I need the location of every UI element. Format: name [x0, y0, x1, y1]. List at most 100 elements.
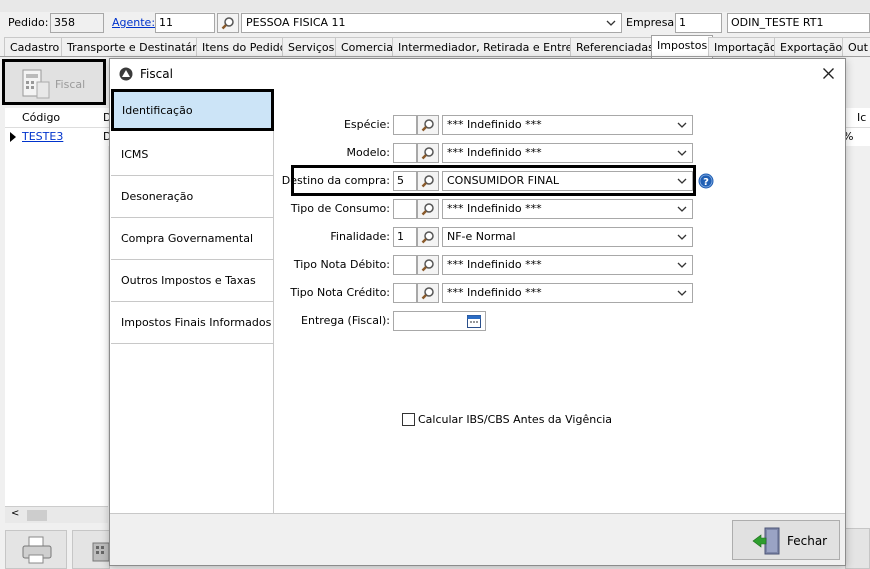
calcular-ibs-checkbox[interactable]	[402, 413, 415, 426]
calcular-ibs-label[interactable]: Calcular IBS/CBS Antes da Vigência	[418, 413, 612, 426]
tab-cadastro[interactable]: Cadastro	[4, 37, 66, 57]
chevron-down-icon	[677, 178, 687, 184]
search-icon	[421, 259, 434, 272]
tipo-debito-combo[interactable]: *** Indefinido ***	[442, 255, 693, 275]
destino-code-field[interactable]: 5	[393, 171, 417, 191]
col-codigo: Código	[22, 111, 61, 124]
modelo-value: *** Indefinido ***	[447, 146, 542, 159]
tipo-credito-search-button[interactable]	[417, 283, 439, 303]
row-codigo[interactable]: TESTE3	[22, 130, 63, 143]
entrega-date-field[interactable]	[393, 311, 486, 331]
dialog-title: Fiscal	[140, 67, 173, 81]
chevron-down-icon	[677, 122, 687, 128]
agente-link[interactable]: Agente:	[112, 16, 155, 29]
especie-value: *** Indefinido ***	[447, 118, 542, 131]
destino-combo[interactable]: CONSUMIDOR FINAL	[442, 171, 693, 191]
finalidade-value: NF-e Normal	[447, 230, 516, 243]
tab-transporte[interactable]: Transporte e Destinatário	[61, 37, 213, 57]
tipo-debito-value: *** Indefinido ***	[447, 258, 542, 271]
tab-impostos[interactable]: Impostos	[651, 35, 714, 58]
col-right: Ic	[857, 111, 867, 124]
exit-door-icon	[752, 527, 780, 555]
search-icon	[421, 147, 434, 160]
calculator-document-icon	[22, 69, 50, 99]
tab-outros[interactable]: Out	[842, 37, 870, 57]
agente-name-combo[interactable]: PESSOA FISICA 11	[241, 13, 622, 33]
modelo-combo[interactable]: *** Indefinido ***	[442, 143, 693, 163]
grid-body	[5, 146, 108, 506]
tab-importacao[interactable]: Importação	[708, 37, 783, 57]
tipo-debito-search-button[interactable]	[417, 255, 439, 275]
fiscal-button-label: Fiscal	[55, 78, 86, 91]
pedido-field[interactable]: 358	[50, 13, 104, 33]
fechar-label: Fechar	[787, 534, 828, 548]
search-icon	[421, 287, 434, 300]
especie-combo[interactable]: *** Indefinido ***	[442, 115, 693, 135]
agente-code-field[interactable]: 11	[155, 13, 215, 33]
tab-servicos[interactable]: Serviços	[282, 37, 341, 57]
chevron-down-icon	[606, 20, 616, 26]
row-pointer-icon	[10, 132, 16, 142]
destino-search-button[interactable]	[417, 171, 439, 191]
tipo-credito-code-field[interactable]	[393, 283, 417, 303]
empresa-name-field[interactable]: ODIN_TESTE RT1	[727, 13, 870, 33]
top-strip	[0, 0, 870, 12]
tipo-debito-label: Tipo Nota Débito:	[293, 258, 390, 271]
especie-code-field[interactable]	[393, 115, 417, 135]
svg-text:?: ?	[703, 177, 709, 188]
help-icon[interactable]: ?	[698, 173, 714, 189]
print-button[interactable]	[5, 530, 67, 569]
calendar-icon[interactable]	[467, 315, 481, 328]
modelo-code-field[interactable]	[393, 143, 417, 163]
tab-intermediador[interactable]: Intermediador, Retirada e Entrega	[392, 37, 593, 57]
pedido-label: Pedido:	[8, 16, 49, 29]
empresa-label: Empresa:	[626, 16, 678, 29]
agente-name-value: PESSOA FISICA 11	[246, 16, 346, 29]
dialog-footer: Fechar	[110, 513, 845, 565]
tab-exportacao[interactable]: Exportação	[774, 37, 849, 57]
printer-icon	[22, 536, 52, 564]
tipo-credito-value: *** Indefinido ***	[447, 286, 542, 299]
tipo-consumo-combo[interactable]: *** Indefinido ***	[442, 199, 693, 219]
destino-label: Destino da compra:	[281, 174, 390, 187]
entrega-label: Entrega (Fiscal):	[301, 314, 390, 327]
empresa-code-field[interactable]: 1	[675, 13, 722, 33]
especie-search-button[interactable]	[417, 115, 439, 135]
app-logo-icon	[119, 67, 133, 81]
scroll-thumb[interactable]	[27, 510, 47, 521]
chevron-down-icon	[677, 262, 687, 268]
agente-search-button[interactable]	[217, 13, 239, 33]
finalidade-code-field[interactable]: 1	[393, 227, 417, 247]
destino-value: CONSUMIDOR FINAL	[447, 174, 560, 187]
finalidade-search-button[interactable]	[417, 227, 439, 247]
cash-register-icon	[92, 542, 110, 562]
tipo-credito-label: Tipo Nota Crédito:	[290, 286, 390, 299]
search-icon	[421, 175, 434, 188]
tab-referenciadas[interactable]: Referenciadas	[570, 37, 660, 57]
bottom-right-button[interactable]	[845, 528, 870, 569]
tab-divider	[0, 56, 870, 57]
search-icon	[421, 231, 434, 244]
search-icon	[421, 119, 434, 132]
fiscal-dialog: Fiscal Identificação ICMS Desoneração Co…	[109, 58, 846, 566]
scroll-left-icon[interactable]: <	[11, 508, 19, 519]
finalidade-combo[interactable]: NF-e Normal	[442, 227, 693, 247]
horizontal-scrollbar[interactable]: <	[5, 506, 108, 523]
chevron-down-icon	[677, 290, 687, 296]
especie-label: Espécie:	[343, 118, 390, 131]
finalidade-label: Finalidade:	[330, 230, 390, 243]
modelo-label: Modelo:	[346, 146, 390, 159]
tipo-consumo-search-button[interactable]	[417, 199, 439, 219]
tipo-debito-code-field[interactable]	[393, 255, 417, 275]
tipo-consumo-value: *** Indefinido ***	[447, 202, 542, 215]
tipo-consumo-code-field[interactable]	[393, 199, 417, 219]
chevron-down-icon	[677, 234, 687, 240]
search-icon	[421, 203, 434, 216]
fiscal-button[interactable]: Fiscal	[2, 59, 106, 105]
tipo-credito-combo[interactable]: *** Indefinido ***	[442, 283, 693, 303]
modelo-search-button[interactable]	[417, 143, 439, 163]
cash-register-button[interactable]	[72, 530, 110, 569]
fechar-button[interactable]: Fechar	[732, 520, 840, 560]
close-icon[interactable]	[822, 67, 835, 80]
tab-itens-pedido[interactable]: Itens do Pedido	[196, 37, 293, 57]
